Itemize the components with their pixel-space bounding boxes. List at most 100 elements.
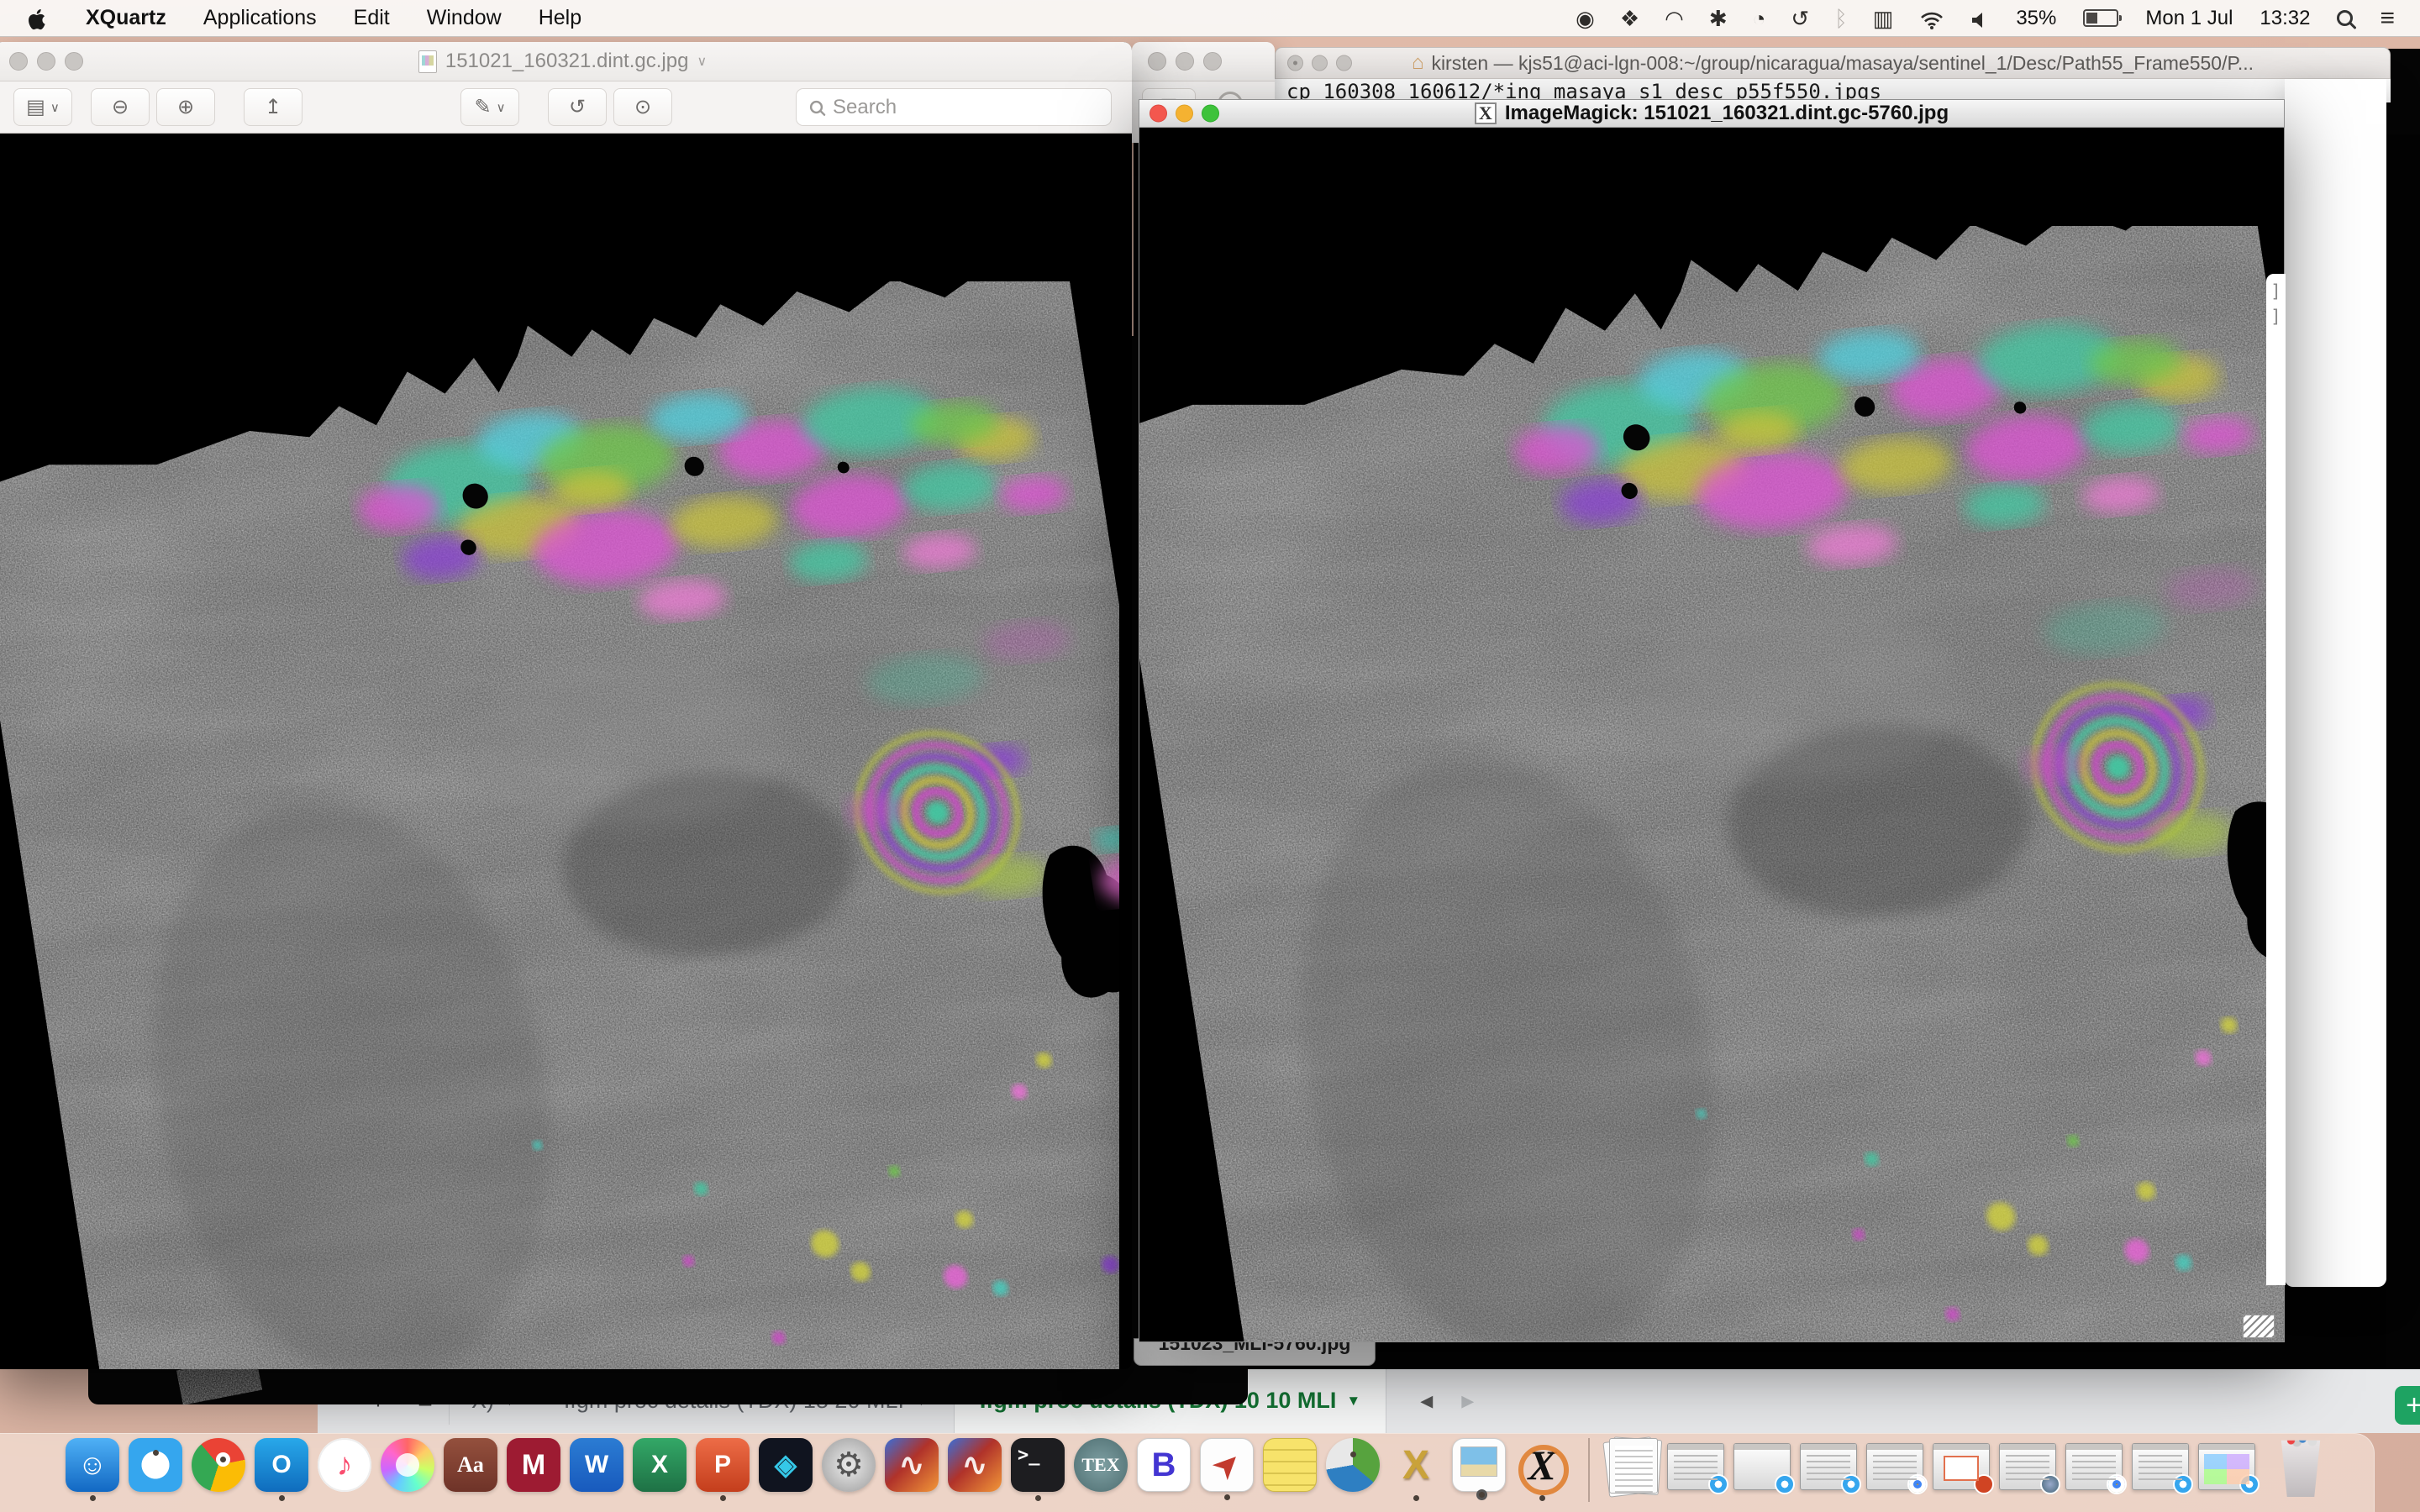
dock-finder[interactable]: ☺ (66, 1438, 119, 1492)
dock-photoshop-elements[interactable]: ◈ (759, 1438, 813, 1492)
preview-window: 151021_160321.dint.gc.jpg ∨ ▤∨ ⊖ ⊕ ↥ ✎∨ … (0, 42, 1132, 1369)
dock-matlab[interactable]: ∿ (885, 1438, 939, 1492)
dock-music[interactable]: ♪ (318, 1438, 371, 1492)
imagemagick-window: X ImageMagick: 151021_160321.dint.gc-576… (1139, 99, 2285, 1342)
minimize-button[interactable] (1176, 105, 1193, 123)
zoom-out-button[interactable]: ⊖ (91, 88, 150, 126)
dock-word[interactable]: W (570, 1438, 623, 1492)
menu-app-name[interactable]: XQuartz (86, 6, 166, 30)
desktop: + ≡ X)▼ Ifgm proc details (TDX) 18 20 ML… (0, 0, 2420, 1512)
minimized-chrome-window[interactable] (2065, 1443, 2123, 1490)
volume-icon[interactable] (1970, 0, 1989, 37)
minimized-safari-map-window[interactable] (2198, 1443, 2255, 1490)
close-button[interactable] (9, 52, 28, 71)
minimized-preview-document[interactable] (1999, 1443, 2056, 1490)
imagemagick-titlebar: X ImageMagick: 151021_160321.dint.gc-576… (1139, 100, 2284, 128)
markup-pen-button[interactable]: ✎∨ (460, 88, 519, 126)
imagemagick-canvas[interactable] (1139, 129, 2284, 1341)
dropbox-icon[interactable]: ❖ (1620, 0, 1639, 37)
vpn-globe-lock-icon[interactable]: ◉ (1576, 0, 1595, 37)
preview-badge-icon (2040, 1474, 2060, 1494)
search-input[interactable]: Search (796, 88, 1112, 126)
resize-grip[interactable] (2243, 1315, 2275, 1338)
minimized-safari-window[interactable] (2132, 1443, 2189, 1490)
wifi-lock-icon[interactable]: ◠ (1665, 0, 1684, 37)
dock-bbedit[interactable]: B (1137, 1438, 1191, 1492)
menu-window[interactable]: Window (427, 6, 502, 30)
minimized-powerpoint-window[interactable] (1933, 1443, 1990, 1490)
interferogram-image (1139, 226, 2284, 1341)
apple-menu[interactable] (29, 0, 49, 37)
trash-full[interactable] (2276, 1438, 2325, 1497)
bluetooth-icon[interactable]: ᛒ (1834, 0, 1848, 37)
terminal-body-strip[interactable] (2285, 79, 2386, 1287)
sidebar-button[interactable]: ▤∨ (13, 88, 72, 126)
safari-badge-icon (1775, 1474, 1795, 1494)
browser-circle-icon[interactable]: ◔ (1753, 0, 1766, 37)
minimize-button[interactable] (1176, 52, 1194, 71)
document-proxy-icon[interactable] (418, 50, 437, 73)
notification-center-icon[interactable]: ≡ (2380, 0, 2395, 37)
rotate-left-button[interactable]: ↺ (548, 88, 607, 126)
share-button[interactable]: ↥ (244, 88, 302, 126)
chevron-down-icon[interactable]: ∨ (697, 53, 707, 70)
avast-icon[interactable]: ✱ (1709, 0, 1728, 37)
sheet-nav-prev-button[interactable]: ◂ (1420, 1386, 1433, 1415)
chevron-down-icon: ▼ (1346, 1393, 1360, 1410)
dock-powerpoint[interactable]: P (696, 1438, 750, 1492)
close-button[interactable] (1150, 105, 1167, 123)
terminal-margin-strip[interactable]: ]] (2266, 274, 2286, 1285)
dock-dictionary[interactable]: Aa (444, 1438, 497, 1492)
dock-mendeley[interactable]: M (507, 1438, 560, 1492)
zoom-button[interactable] (1203, 52, 1222, 71)
dock-safari[interactable] (129, 1438, 182, 1492)
menu-date[interactable]: Mon 1 Jul (2145, 7, 2233, 30)
minimized-safari-window[interactable] (1733, 1443, 1791, 1490)
dock-anyconnect[interactable] (1326, 1438, 1380, 1492)
spotlight-icon[interactable] (2337, 10, 2353, 26)
close-button[interactable] (1287, 55, 1303, 71)
dock-x-gold[interactable]: X (1389, 1438, 1443, 1492)
menu-applications[interactable]: Applications (203, 6, 317, 30)
dock-photos[interactable] (381, 1438, 434, 1492)
zoom-in-button[interactable]: ⊕ (156, 88, 215, 126)
minimize-button[interactable] (37, 52, 55, 71)
dock-texshop[interactable]: TEX (1074, 1438, 1128, 1492)
dock-matlab-2[interactable]: ∿ (948, 1438, 1002, 1492)
sheet-nav-next-button[interactable]: ▸ (1461, 1386, 1474, 1415)
dock-xquartz[interactable]: X (1515, 1438, 1569, 1492)
sheets-explore-button[interactable]: + (2395, 1386, 2420, 1425)
wifi-icon[interactable] (1920, 0, 1944, 37)
close-button[interactable] (1148, 52, 1166, 71)
minimized-chrome-window[interactable] (1866, 1443, 1923, 1490)
minimize-button[interactable] (1312, 55, 1328, 71)
dock-outlook[interactable]: O (255, 1438, 308, 1492)
zoom-button[interactable] (65, 52, 83, 71)
interferogram-image (0, 281, 1119, 1369)
zoom-button[interactable] (1336, 55, 1352, 71)
home-folder-icon: ⌂ (1412, 51, 1424, 75)
battery-icon[interactable] (2083, 9, 2118, 27)
dock-preview[interactable] (1452, 1438, 1506, 1492)
minimized-document-stack[interactable] (1609, 1438, 1658, 1494)
menu-help[interactable]: Help (539, 6, 581, 30)
menu-edit[interactable]: Edit (354, 6, 390, 30)
safari-badge-icon (2173, 1474, 2193, 1494)
dock-excel[interactable]: X (633, 1438, 687, 1492)
dock-stickies[interactable] (1263, 1438, 1317, 1492)
terminal-titlebar: ⌂ kirsten — kjs51@aci-lgn-008:~/group/ni… (1275, 47, 2391, 79)
menu-time[interactable]: 13:32 (2260, 7, 2310, 30)
dock-chrome[interactable] (192, 1438, 245, 1492)
zoom-button[interactable] (1202, 105, 1219, 123)
time-machine-icon[interactable]: ↺ (1791, 0, 1809, 37)
keyboard-meter-icon[interactable]: ▥ (1873, 0, 1894, 37)
dock-terminal[interactable]: >_ (1011, 1438, 1065, 1492)
minimized-safari-window[interactable] (1667, 1443, 1724, 1490)
markup-toolbar-button[interactable]: ⊙ (613, 88, 672, 126)
dock-latex-rocket[interactable]: ➤ (1200, 1438, 1254, 1492)
dock-system-preferences[interactable]: ⚙ (822, 1438, 876, 1492)
preview-canvas[interactable] (0, 134, 1132, 1369)
chrome-badge-icon (2107, 1474, 2127, 1494)
minimized-safari-window[interactable] (1800, 1443, 1857, 1490)
preview-window-title: 151021_160321.dint.gc.jpg (445, 50, 689, 73)
